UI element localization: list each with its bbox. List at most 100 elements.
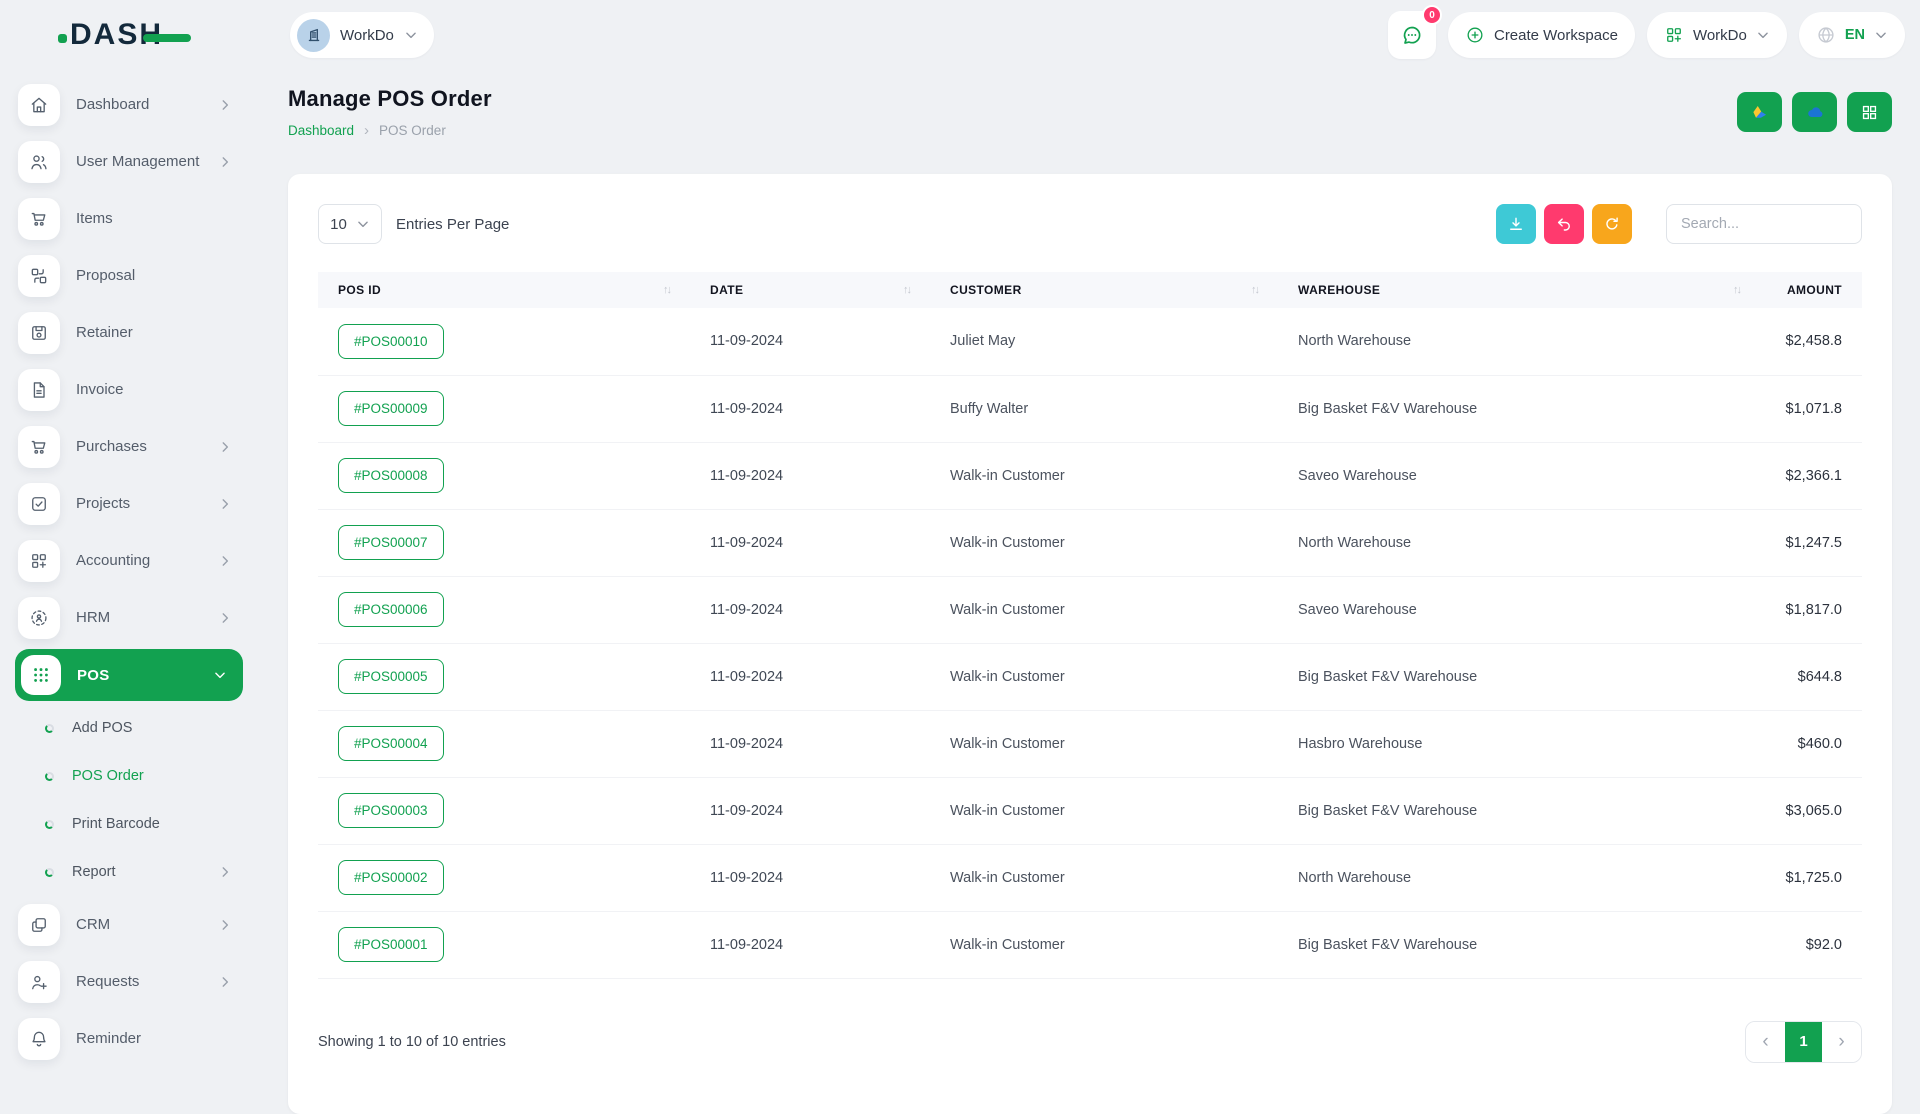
prev-page-button[interactable]: ‹ <box>1746 1022 1785 1062</box>
bell-icon <box>18 1018 60 1060</box>
table-footer: Showing 1 to 10 of 10 entries ‹ 1 › <box>318 1021 1862 1063</box>
sort-icon[interactable]: ↑↓ <box>663 284 670 296</box>
topbar: DASH WorkDo 0 Create Workspace WorkDo EN <box>0 0 1920 58</box>
pos-id-link[interactable]: #POS00009 <box>338 391 444 426</box>
chevron-down-icon <box>1874 28 1888 42</box>
page-title: Manage POS Order <box>288 86 492 112</box>
sidebar-item-retainer[interactable]: Retainer <box>0 304 258 361</box>
warehouse-cell: North Warehouse <box>1278 509 1760 576</box>
next-page-button[interactable]: › <box>1822 1022 1861 1062</box>
customer-cell: Juliet May <box>930 308 1278 375</box>
customer-cell: Walk-in Customer <box>930 509 1278 576</box>
amount-cell: $92.0 <box>1760 911 1862 978</box>
globe-icon <box>1816 25 1836 45</box>
pos-id-link[interactable]: #POS00010 <box>338 324 444 359</box>
entries-per-page-label: Entries Per Page <box>396 216 509 233</box>
sidebar-item-reminder[interactable]: Reminder <box>0 1010 258 1067</box>
sidebar-item-invoice[interactable]: Invoice <box>0 361 258 418</box>
export-button[interactable] <box>1496 204 1536 244</box>
pos-id-link[interactable]: #POS00007 <box>338 525 444 560</box>
workdo-menu-button[interactable]: WorkDo <box>1647 12 1787 58</box>
logo-dot <box>58 34 67 43</box>
create-workspace-button[interactable]: Create Workspace <box>1448 12 1635 58</box>
entries-per-page-select[interactable]: 10 <box>318 204 382 244</box>
warehouse-cell: Big Basket F&V Warehouse <box>1278 911 1760 978</box>
sidebar-subitem-report[interactable]: Report <box>0 848 258 896</box>
undo-icon <box>1555 215 1573 233</box>
grid-plus-icon <box>1664 25 1684 45</box>
workspace-name: WorkDo <box>340 27 394 44</box>
table-row: #POS0000511-09-2024Walk-in CustomerBig B… <box>318 643 1862 710</box>
date-cell: 11-09-2024 <box>690 777 930 844</box>
quick-actions <box>1737 92 1892 132</box>
refresh-button[interactable] <box>1592 204 1632 244</box>
sidebar-item-user-management[interactable]: User Management <box>0 133 258 190</box>
cart-icon <box>18 198 60 240</box>
entries-summary: Showing 1 to 10 of 10 entries <box>318 1034 506 1050</box>
sort-icon[interactable]: ↑↓ <box>1251 284 1258 296</box>
sidebar-subitem-add-pos[interactable]: Add POS <box>0 704 258 752</box>
column-header-date[interactable]: DATE↑↓ <box>690 272 930 308</box>
sidebar-item-purchases[interactable]: Purchases <box>0 418 258 475</box>
sidebar-item-pos[interactable]: POS <box>15 649 243 701</box>
sidebar-subitem-print-barcode[interactable]: Print Barcode <box>0 800 258 848</box>
sidebar-item-hrm[interactable]: HRM <box>0 589 258 646</box>
download-icon <box>1507 215 1525 233</box>
sidebar-item-items[interactable]: Items <box>0 190 258 247</box>
check-square-icon <box>18 483 60 525</box>
sidebar-item-crm[interactable]: CRM <box>0 896 258 953</box>
main-content: Manage POS Order Dashboard › POS Order 1… <box>258 58 1920 1080</box>
chevron-right-icon <box>218 155 232 169</box>
brand-logo: DASH <box>0 18 258 52</box>
pos-id-link[interactable]: #POS00008 <box>338 458 444 493</box>
pos-id-cell: #POS00004 <box>318 710 690 777</box>
column-header-customer[interactable]: CUSTOMER↑↓ <box>930 272 1278 308</box>
column-header-warehouse[interactable]: WAREHOUSE↑↓ <box>1278 272 1760 308</box>
date-cell: 11-09-2024 <box>690 710 930 777</box>
logo-dash <box>143 34 191 42</box>
sidebar-item-label: Accounting <box>76 552 150 569</box>
column-header-pos-id[interactable]: POS ID↑↓ <box>318 272 690 308</box>
sidebar-item-label: Reminder <box>76 1030 141 1047</box>
date-cell: 11-09-2024 <box>690 509 930 576</box>
grid-view-button[interactable] <box>1847 92 1892 132</box>
table-row: #POS0000211-09-2024Walk-in CustomerNorth… <box>318 844 1862 911</box>
messages-button[interactable]: 0 <box>1388 11 1436 59</box>
table-row: #POS00003 11-09-2024Walk-in CustomerBig B… <box>318 777 1862 844</box>
pos-id-link[interactable]: #POS00001 <box>338 927 444 962</box>
amount-cell: $2,458.8 <box>1760 308 1862 375</box>
pos-id-cell: #POS00010 <box>318 308 690 375</box>
warehouse-cell: Big Basket F&V Warehouse <box>1278 777 1760 844</box>
sidebar-subitem-pos-order[interactable]: POS Order <box>0 752 258 800</box>
pos-id-link[interactable]: #POS00005 <box>338 659 444 694</box>
amount-cell: $3,065.0 <box>1760 777 1862 844</box>
table-row: #POS0001011-09-2024Juliet MayNorth Wareh… <box>318 308 1862 375</box>
topbar-right: 0 Create Workspace WorkDo EN <box>1388 11 1905 59</box>
warehouse-cell: Saveo Warehouse <box>1278 442 1760 509</box>
pos-order-table: POS ID↑↓DATE↑↓CUSTOMER↑↓WAREHOUSE↑↓AMOUN… <box>318 272 1862 979</box>
workspace-switcher[interactable]: WorkDo <box>290 12 434 58</box>
search-input[interactable] <box>1666 204 1862 244</box>
sort-icon[interactable]: ↑↓ <box>903 284 910 296</box>
undo-button[interactable] <box>1544 204 1584 244</box>
column-header-amount: AMOUNT <box>1760 272 1862 308</box>
building-icon <box>297 19 330 52</box>
sidebar-item-projects[interactable]: Projects <box>0 475 258 532</box>
current-page-button[interactable]: 1 <box>1785 1022 1822 1062</box>
onedrive-button[interactable] <box>1792 92 1837 132</box>
chevron-right-icon: › <box>364 122 369 139</box>
sort-icon[interactable]: ↑↓ <box>1733 284 1740 296</box>
pos-id-link[interactable]: #POS00002 <box>338 860 444 895</box>
customer-cell: Walk-in Customer <box>930 777 1278 844</box>
sidebar-item-accounting[interactable]: Accounting <box>0 532 258 589</box>
pos-id-link[interactable]: #POS00003 <box>338 793 444 828</box>
sidebar-item-requests[interactable]: Requests <box>0 953 258 1010</box>
google-drive-button[interactable] <box>1737 92 1782 132</box>
table-row: #POS0000611-09-2024Walk-in CustomerSaveo… <box>318 576 1862 643</box>
sidebar-item-proposal[interactable]: Proposal <box>0 247 258 304</box>
language-selector[interactable]: EN <box>1799 12 1905 58</box>
breadcrumb-dashboard-link[interactable]: Dashboard <box>288 123 354 138</box>
pos-id-link[interactable]: #POS00006 <box>338 592 444 627</box>
pos-id-link[interactable]: #POS00004 <box>338 726 444 761</box>
sidebar-item-dashboard[interactable]: Dashboard <box>0 76 258 133</box>
